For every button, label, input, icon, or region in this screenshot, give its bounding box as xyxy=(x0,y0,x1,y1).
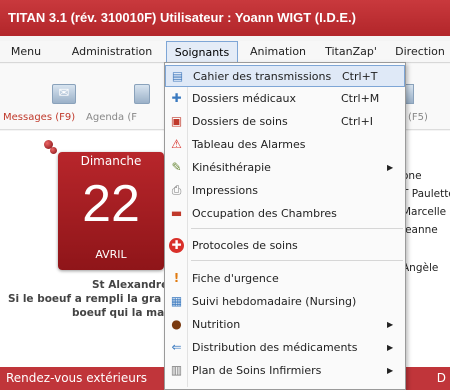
menu-item-nutrition[interactable]: ● Nutrition ▶ xyxy=(165,314,405,336)
menu-item-tableau-alarmes[interactable]: ⚠ Tableau des Alarmes xyxy=(165,134,405,156)
menu-item-dossiers-soins[interactable]: ▣ Dossiers de soins Ctrl+I xyxy=(165,111,405,133)
menu-item-direction[interactable]: Direction xyxy=(390,41,450,63)
medication-icon: ⇐ xyxy=(171,340,182,354)
menu-item-fiche-urgence[interactable]: ! Fiche d'urgence xyxy=(165,268,405,290)
physio-icon: ✎ xyxy=(171,160,182,174)
submenu-arrow-icon: ▶ xyxy=(387,320,394,329)
window-title: TITAN 3.1 (rév. 310010F) Utilisateur : Y… xyxy=(0,0,450,36)
submenu-arrow-icon: ▶ xyxy=(387,163,394,172)
nutrition-icon: ● xyxy=(171,317,182,331)
red-cross-icon: ✚ xyxy=(169,238,184,253)
calendar-day-name: Dimanche xyxy=(80,154,142,168)
resident-name: Jeanne xyxy=(402,224,438,236)
submenu-arrow-icon: ▶ xyxy=(387,366,394,375)
envelope-icon: ✉ xyxy=(58,86,70,101)
printer-icon: ⎙ xyxy=(171,183,182,197)
messages-button-label[interactable]: Messages (F9) xyxy=(3,112,75,123)
messages-icon[interactable]: ✉ xyxy=(52,84,76,104)
bed-icon: ▬ xyxy=(170,206,183,220)
submenu-arrow-icon: ▶ xyxy=(387,343,394,352)
resident-name: Angèle xyxy=(402,262,439,274)
appointments-label: Rendez-vous extérieurs xyxy=(6,371,148,385)
menu-item-soignants[interactable]: Soignants xyxy=(166,41,238,63)
alarm-triangle-icon: ⚠ xyxy=(171,137,182,151)
care-folder-icon: ▣ xyxy=(170,114,183,128)
menu-bar: Menu Administration Soignants Animation … xyxy=(0,41,450,63)
pushpin-icon xyxy=(50,147,57,154)
menu-separator xyxy=(191,228,403,229)
resident-name: T Paulette xyxy=(402,188,450,200)
resident-name: Marcelle xyxy=(402,206,447,218)
proverb-line-1: Si le boeuf a rempli la gra xyxy=(8,293,162,305)
soignants-dropdown-menu: ▤ Cahier des transmissions Ctrl+T ✚ Doss… xyxy=(164,62,406,390)
exclamation-icon: ! xyxy=(173,271,180,285)
agenda-icon[interactable] xyxy=(134,84,150,104)
agenda-button-label[interactable]: Agenda (F xyxy=(86,112,137,123)
menu-item-administration[interactable]: Administration xyxy=(70,41,154,63)
calendar-widget: Dimanche 22 AVRIL xyxy=(58,152,164,270)
toolbar-right-label[interactable]: (F5) xyxy=(408,112,428,123)
menu-item-titanzap[interactable]: TitanZap' xyxy=(318,41,384,63)
menu-separator xyxy=(191,260,403,261)
menu-item-plan-soins-infirmiers[interactable]: ▥ Plan de Soins Infirmiers ▶ xyxy=(165,360,405,382)
menu-item-dossiers-medicaux[interactable]: ✚ Dossiers médicaux Ctrl+M xyxy=(165,88,405,110)
calendar-month: AVRIL xyxy=(95,248,127,261)
weekly-chart-icon: ▦ xyxy=(170,294,183,308)
notebook-icon: ▤ xyxy=(171,69,184,83)
medical-folder-icon: ✚ xyxy=(171,91,182,105)
menu-item-menu[interactable]: Menu xyxy=(4,41,48,63)
menu-item-distribution-medicaments[interactable]: ⇐ Distribution des médicaments ▶ xyxy=(165,337,405,359)
proverb-line-2: boeuf qui la man xyxy=(72,307,172,319)
care-plan-icon: ▥ xyxy=(170,363,183,377)
menu-item-protocoles-soins[interactable]: ✚ Protocoles de soins xyxy=(165,235,405,257)
menu-item-suivi-hebdomadaire[interactable]: ▦ Suivi hebdomadaire (Nursing) xyxy=(165,291,405,313)
menu-item-animation[interactable]: Animation xyxy=(246,41,310,63)
menu-item-cahier-transmissions[interactable]: ▤ Cahier des transmissions Ctrl+T xyxy=(165,65,405,87)
menu-item-occupation-chambres[interactable]: ▬ Occupation des Chambres xyxy=(165,203,405,225)
menu-item-kinesitherapie[interactable]: ✎ Kinésithérapie ▶ xyxy=(165,157,405,179)
saint-of-day: St Alexandre xyxy=(92,279,169,291)
bottom-right-label: D xyxy=(436,371,446,385)
menu-item-impressions[interactable]: ⎙ Impressions xyxy=(165,180,405,202)
calendar-day-number: 22 xyxy=(82,175,140,233)
